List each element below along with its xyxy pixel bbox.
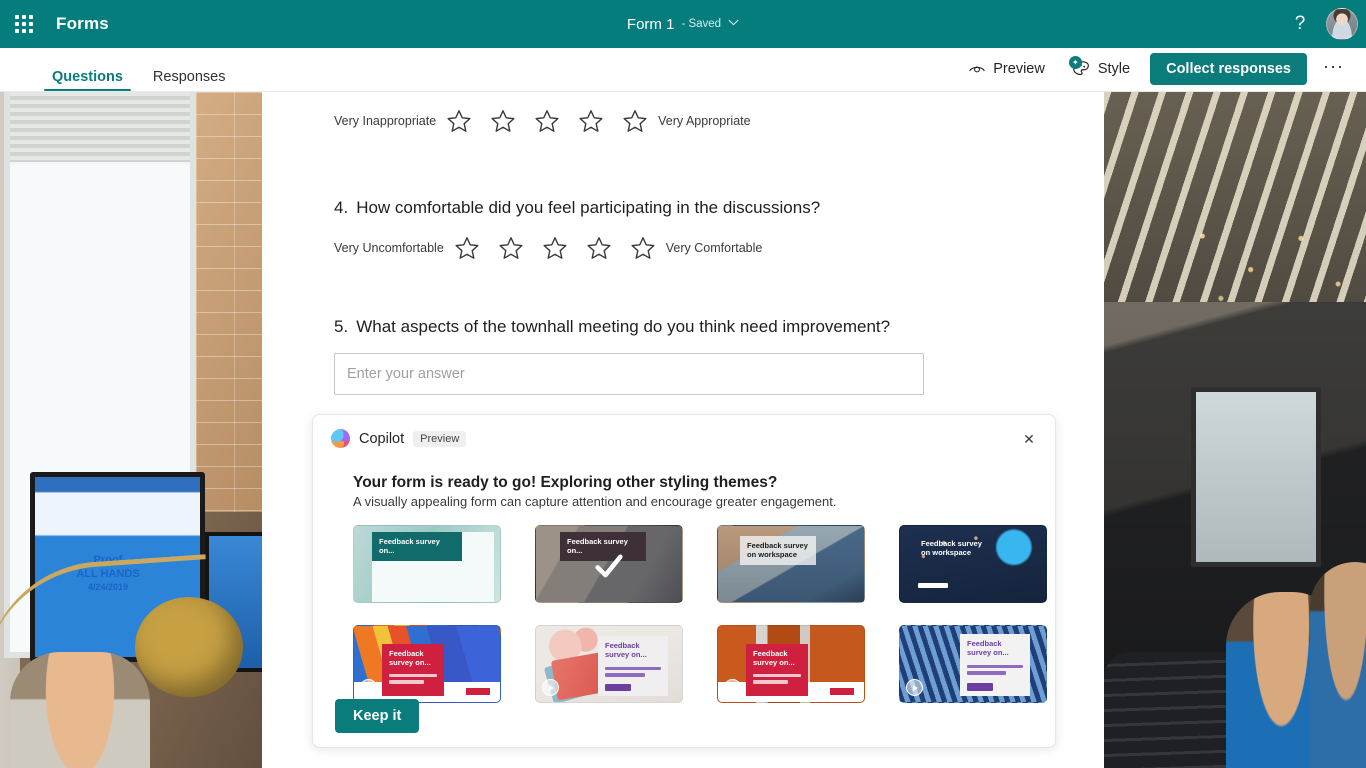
theme-card-title: Feedback survey on... — [605, 641, 647, 660]
rating-left-label-4: Very Uncomfortable — [334, 241, 444, 255]
star-icon[interactable] — [578, 108, 604, 134]
app-launcher-icon[interactable] — [0, 0, 48, 48]
question-5-number: 5. — [334, 317, 349, 336]
copilot-preview-badge: Preview — [413, 430, 467, 447]
star-icon[interactable] — [542, 235, 568, 261]
question-4-text: How comfortable did you feel participati… — [356, 198, 821, 217]
question-5: 5. What aspects of the townhall meeting … — [262, 261, 1104, 395]
theme-thumbnail-8[interactable]: Feedback survey on... — [899, 625, 1047, 703]
theme-card-title: Feedback survey on... — [372, 532, 462, 561]
tab-questions[interactable]: Questions — [44, 69, 131, 92]
theme-card-title: Feedback survey on workspace — [740, 536, 816, 565]
play-icon[interactable] — [542, 679, 559, 696]
bg-brick-wall — [196, 92, 266, 512]
rating-row-3[interactable]: Very Inappropriate Very Appropriate — [334, 108, 1032, 134]
play-icon[interactable] — [906, 679, 923, 696]
style-button[interactable]: ✦ Style — [1061, 53, 1140, 85]
answer-input-5[interactable] — [334, 353, 924, 395]
question-4-number: 4. — [334, 198, 349, 217]
copilot-title: Your form is ready to go! Exploring othe… — [353, 474, 778, 491]
theme-card-title-wrap: Feedback survey on... — [960, 634, 1030, 696]
eye-icon — [969, 66, 985, 73]
theme-card-title-wrap: Feedback survey on... — [382, 644, 444, 696]
theme-card-accent — [466, 688, 490, 695]
save-status-label: - Saved — [681, 18, 722, 30]
star-icon[interactable] — [630, 235, 656, 261]
theme-thumbnail-grid: Feedback survey on... Feedback survey on… — [353, 525, 1081, 703]
tab-responses[interactable]: Responses — [145, 69, 234, 92]
question-5-text: What aspects of the townhall meeting do … — [356, 317, 891, 336]
theme-thumbnail-2[interactable]: Feedback survey on... — [535, 525, 683, 603]
star-group-4[interactable] — [454, 235, 656, 261]
copilot-subtitle: A visually appealing form can capture at… — [353, 494, 837, 509]
theme-card-title: Feedback survey on workspace — [921, 539, 982, 558]
theme-thumbnail-3[interactable]: Feedback survey on workspace — [717, 525, 865, 603]
star-icon[interactable] — [622, 108, 648, 134]
preview-button[interactable]: Preview — [958, 54, 1055, 84]
copilot-brand-label: Copilot — [359, 430, 405, 447]
copilot-suggestion-panel: Copilot Preview ✕ Your form is ready to … — [312, 414, 1056, 748]
command-bar-actions: Preview ✦ Style Collect responses ··· — [958, 53, 1354, 85]
keep-it-button[interactable]: Keep it — [335, 699, 420, 733]
star-icon[interactable] — [446, 108, 472, 134]
theme-thumbnail-1[interactable]: Feedback survey on... — [353, 525, 501, 603]
rating-row-4[interactable]: Very Uncomfortable Very Comfortable — [334, 235, 1032, 261]
avatar[interactable] — [1326, 8, 1358, 40]
collect-responses-button[interactable]: Collect responses — [1150, 53, 1308, 85]
theme-thumbnail-7[interactable]: Feedback survey on... — [717, 625, 865, 703]
app-header-actions: ? — [1284, 0, 1358, 48]
form-title-group: Form 1 - Saved — [0, 0, 1366, 48]
star-icon[interactable] — [454, 235, 480, 261]
style-icon-wrap: ✦ — [1068, 56, 1091, 79]
help-icon[interactable]: ? — [1284, 8, 1316, 40]
app-name-label[interactable]: Forms — [56, 14, 109, 34]
bg-string-lights — [1180, 212, 1366, 332]
theme-card-bar — [918, 583, 948, 588]
chevron-down-icon[interactable] — [728, 19, 739, 29]
theme-thumbnail-4[interactable]: Feedback survey on workspace — [899, 525, 1047, 603]
bg-lamp-shade — [135, 597, 243, 697]
star-group-3[interactable] — [446, 108, 648, 134]
copilot-header: Copilot Preview — [331, 429, 1037, 448]
question-4: 4. How comfortable did you feel particip… — [262, 134, 1104, 261]
bg-window-right — [1196, 392, 1316, 562]
theme-card-title-wrap: Feedback survey on... — [746, 644, 808, 696]
rating-right-label-4: Very Comfortable — [665, 241, 763, 255]
rating-right-label-3: Very Appropriate — [658, 114, 751, 128]
question-5-heading: 5. What aspects of the townhall meeting … — [334, 317, 1032, 337]
form-title[interactable]: Form 1 — [627, 16, 675, 33]
app-header: Forms Form 1 - Saved ? — [0, 0, 1366, 48]
style-label: Style — [1097, 61, 1131, 77]
theme-thumbnail-6[interactable]: Feedback survey on... — [535, 625, 683, 703]
question-3: Very Inappropriate Very Appropriate — [262, 92, 1104, 134]
star-icon[interactable] — [490, 108, 516, 134]
selected-check-icon — [595, 554, 623, 577]
more-options-button[interactable]: ··· — [1313, 55, 1354, 83]
play-icon[interactable] — [360, 679, 377, 696]
close-icon[interactable]: ✕ — [1017, 427, 1041, 451]
play-icon[interactable] — [724, 679, 741, 696]
copilot-logo-icon — [331, 429, 350, 448]
theme-thumbnail-5[interactable]: Feedback survey on... — [353, 625, 501, 703]
theme-card-title-wrap: Feedback survey on... — [598, 636, 668, 696]
question-4-heading: 4. How comfortable did you feel particip… — [334, 198, 1032, 218]
tab-list: Questions Responses — [44, 47, 247, 91]
command-bar: Questions Responses Preview ✦ Style Coll… — [0, 48, 1366, 92]
rating-left-label-3: Very Inappropriate — [334, 114, 437, 128]
star-icon[interactable] — [498, 235, 524, 261]
theme-card-title: Feedback survey on... — [753, 649, 795, 668]
theme-card-title: Feedback survey on... — [389, 649, 431, 668]
star-icon[interactable] — [586, 235, 612, 261]
bg-person-right-2 — [1310, 562, 1366, 768]
theme-card-title: Feedback survey on... — [967, 639, 1009, 658]
preview-label: Preview — [993, 61, 1045, 77]
star-icon[interactable] — [534, 108, 560, 134]
bg-person-left — [10, 652, 150, 768]
sparkle-icon: ✦ — [1068, 56, 1082, 69]
bg-blinds — [10, 92, 190, 162]
theme-card-accent — [830, 688, 854, 695]
